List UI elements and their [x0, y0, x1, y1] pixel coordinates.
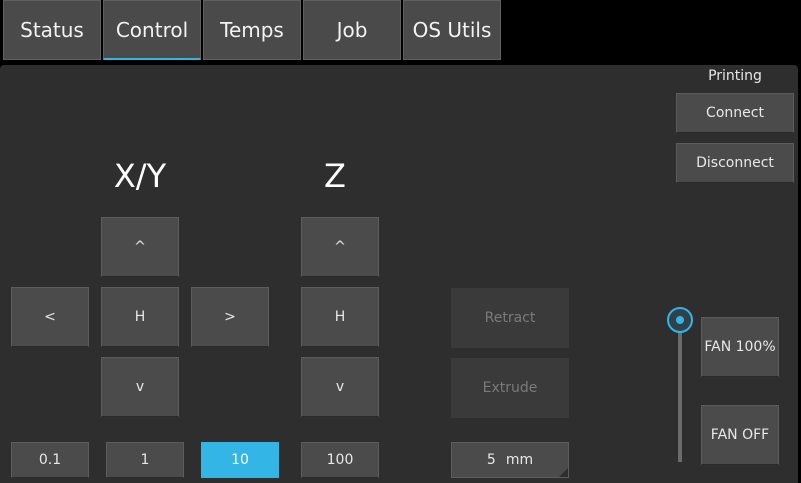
xy-title: X/Y — [113, 157, 167, 195]
extrude-amount-unit: mm — [505, 452, 534, 468]
step-100-button[interactable]: 100 — [301, 442, 379, 478]
spinner-corner-icon — [559, 468, 568, 477]
jog-y-down-button[interactable]: v — [101, 357, 179, 417]
home-z-button[interactable]: H — [301, 287, 379, 347]
jog-z-up-button[interactable]: ^ — [301, 217, 379, 277]
step-0.1-button[interactable]: 0.1 — [11, 442, 89, 478]
step-10-button[interactable]: 10 — [201, 442, 279, 478]
jog-x-right-button[interactable]: > — [191, 287, 269, 347]
tab-job[interactable]: Job — [303, 0, 401, 60]
fan-off-button[interactable]: FAN OFF — [701, 405, 779, 465]
disconnect-button[interactable]: Disconnect — [676, 143, 794, 183]
printer-status-text: Printing — [708, 68, 762, 84]
home-xy-button[interactable]: H — [101, 287, 179, 347]
fan-full-button[interactable]: FAN 100% — [701, 317, 779, 377]
tab-temps[interactable]: Temps — [203, 0, 301, 60]
jog-x-left-button[interactable]: < — [11, 287, 89, 347]
connect-button[interactable]: Connect — [676, 93, 794, 133]
jog-z-down-button[interactable]: v — [301, 357, 379, 417]
tab-status[interactable]: Status — [3, 0, 101, 60]
fan-speed-slider-thumb[interactable] — [667, 307, 693, 333]
retract-button[interactable]: Retract — [451, 288, 569, 348]
fan-speed-slider-track[interactable] — [678, 332, 682, 462]
step-1-button[interactable]: 1 — [106, 442, 184, 478]
extrude-amount-value: 5 — [486, 452, 496, 468]
extrude-amount-spinner[interactable]: 5 mm — [451, 442, 569, 478]
tab-os-utils[interactable]: OS Utils — [403, 0, 501, 60]
jog-y-up-button[interactable]: ^ — [101, 217, 179, 277]
tab-control[interactable]: Control — [103, 0, 201, 60]
z-title: Z — [324, 157, 346, 195]
extrude-button[interactable]: Extrude — [451, 358, 569, 418]
